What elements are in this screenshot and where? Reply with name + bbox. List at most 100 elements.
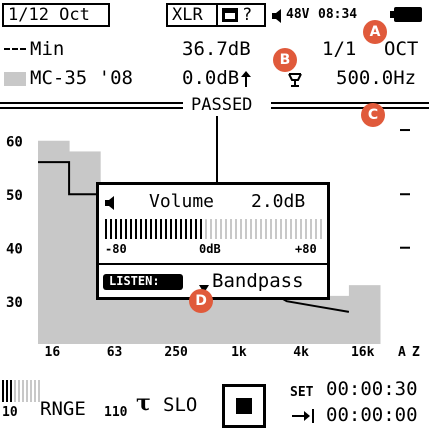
x-tick-label: 63 xyxy=(106,345,123,360)
scale-max: +80 xyxy=(295,242,317,256)
volume-meter-segment xyxy=(320,219,322,239)
band-bar-16k xyxy=(348,285,381,344)
y-tick-label: 40 xyxy=(6,242,23,258)
band-select[interactable]: 1/1 xyxy=(322,40,356,59)
legend-limit-label: MC-35 '08 xyxy=(30,67,133,89)
volume-meter-segment xyxy=(205,219,207,239)
x-tick-label: 16 xyxy=(44,345,61,360)
volume-meter-segment xyxy=(200,219,202,239)
filter-frequency: 500.0Hz xyxy=(336,67,417,89)
arrow-up-icon xyxy=(241,71,251,87)
min-line-legend-icon xyxy=(4,48,26,52)
band-bar-16 xyxy=(38,140,70,344)
volume-meter-segment xyxy=(285,219,287,239)
range-bar-segment xyxy=(10,380,12,402)
result-badge: PASSED xyxy=(183,96,271,116)
volume-meter-segment xyxy=(265,219,267,239)
analyzer-screen: 1/12 Oct XLR ? 48V 08:34 Min 36.7dB 1/1 … xyxy=(0,0,429,429)
y-tick-label: 50 xyxy=(6,188,23,204)
volume-meter[interactable] xyxy=(105,217,323,241)
range-bar-segment xyxy=(14,380,16,402)
range-bar-segment xyxy=(34,380,36,402)
volume-meter-segment xyxy=(175,219,177,239)
volume-meter-segment xyxy=(120,219,122,239)
volume-meter-segment xyxy=(305,219,307,239)
volume-meter-segment xyxy=(125,219,127,239)
volume-meter-segment xyxy=(180,219,182,239)
volume-meter-segment xyxy=(275,219,277,239)
divider xyxy=(216,5,218,25)
callout-b: B xyxy=(273,48,297,72)
range-bar-segment xyxy=(26,380,28,402)
limit-legend-swatch xyxy=(4,72,26,86)
listen-mode-select[interactable]: Bandpass xyxy=(212,272,304,291)
volume-meter-segment xyxy=(300,219,302,239)
volume-popup[interactable]: Volume 2.0dB -80 0dB +80 LISTEN: Bandpas… xyxy=(96,182,330,300)
volume-meter-segment xyxy=(250,219,252,239)
volume-meter-segment xyxy=(130,219,132,239)
volume-meter-segment xyxy=(225,219,227,239)
volume-meter-segment xyxy=(235,219,237,239)
sd-card-icon xyxy=(222,8,238,22)
input-label: XLR xyxy=(172,5,203,25)
band-bar-8k xyxy=(317,295,350,344)
dropdown-arrow-icon xyxy=(199,278,209,293)
range-bar-segment xyxy=(2,380,4,402)
band-unit: OCT xyxy=(384,38,419,60)
range-label[interactable]: RNGE xyxy=(40,400,86,419)
volume-value: 2.0dB xyxy=(251,191,306,212)
volume-meter-segment xyxy=(295,219,297,239)
volume-meter-segment xyxy=(185,219,187,239)
volume-meter-segment xyxy=(255,219,257,239)
callout-d: D xyxy=(189,289,213,313)
phantom-power: 48V xyxy=(286,7,310,22)
x-tick-label: 1k xyxy=(231,345,247,360)
volume-meter-segment xyxy=(190,219,192,239)
range-low: 10 xyxy=(2,405,18,420)
volume-meter-segment xyxy=(290,219,292,239)
x-weighting-label[interactable]: A xyxy=(398,346,406,359)
legend-min-label: Min xyxy=(30,38,65,60)
elapsed-time: 00:00:00 xyxy=(326,404,418,426)
y-tick-label: 30 xyxy=(6,295,23,311)
offset-readout: 0.0dB xyxy=(182,67,240,89)
volume-meter-segment xyxy=(310,219,312,239)
volume-meter-segment xyxy=(135,219,137,239)
x-weighting-label[interactable]: Z xyxy=(412,346,420,359)
x-tick-label: 16k xyxy=(350,345,375,360)
bandpass-filter-icon xyxy=(288,72,302,87)
speaker-icon xyxy=(105,195,115,210)
band-mode-box[interactable]: 1/12 Oct xyxy=(2,3,110,27)
volume-meter-segment xyxy=(195,219,197,239)
volume-meter-segment xyxy=(260,219,262,239)
band-mode-label: 1/12 Oct xyxy=(8,5,90,25)
input-box[interactable]: XLR ? xyxy=(166,3,266,27)
range-bar-segment xyxy=(30,380,32,402)
time-weighting[interactable]: SLO xyxy=(163,396,197,415)
listen-label-badge: LISTEN: xyxy=(103,274,183,290)
callout-a: A xyxy=(363,20,387,44)
volume-meter-segment xyxy=(160,219,162,239)
volume-meter-segment xyxy=(105,219,107,239)
level-readout: 36.7dB xyxy=(182,38,251,60)
stop-button[interactable] xyxy=(222,384,266,428)
volume-meter-segment xyxy=(230,219,232,239)
volume-meter-segment xyxy=(145,219,147,239)
clock: 08:34 xyxy=(318,7,358,22)
range-high: 110 xyxy=(104,405,128,420)
volume-meter-segment xyxy=(115,219,117,239)
scale-mid: 0dB xyxy=(199,242,221,256)
scale-min: -80 xyxy=(105,242,127,256)
volume-meter-segment xyxy=(280,219,282,239)
set-time[interactable]: 00:00:30 xyxy=(326,380,418,399)
set-label: SET xyxy=(290,385,314,400)
range-bar-segment xyxy=(6,380,8,402)
volume-meter-segment xyxy=(315,219,317,239)
volume-meter-segment xyxy=(170,219,172,239)
volume-meter-segment xyxy=(155,219,157,239)
range-bars xyxy=(2,380,42,402)
volume-meter-segment xyxy=(245,219,247,239)
range-bar-segment xyxy=(18,380,20,402)
tau-icon: τ xyxy=(136,390,151,416)
battery-tip xyxy=(390,11,394,18)
